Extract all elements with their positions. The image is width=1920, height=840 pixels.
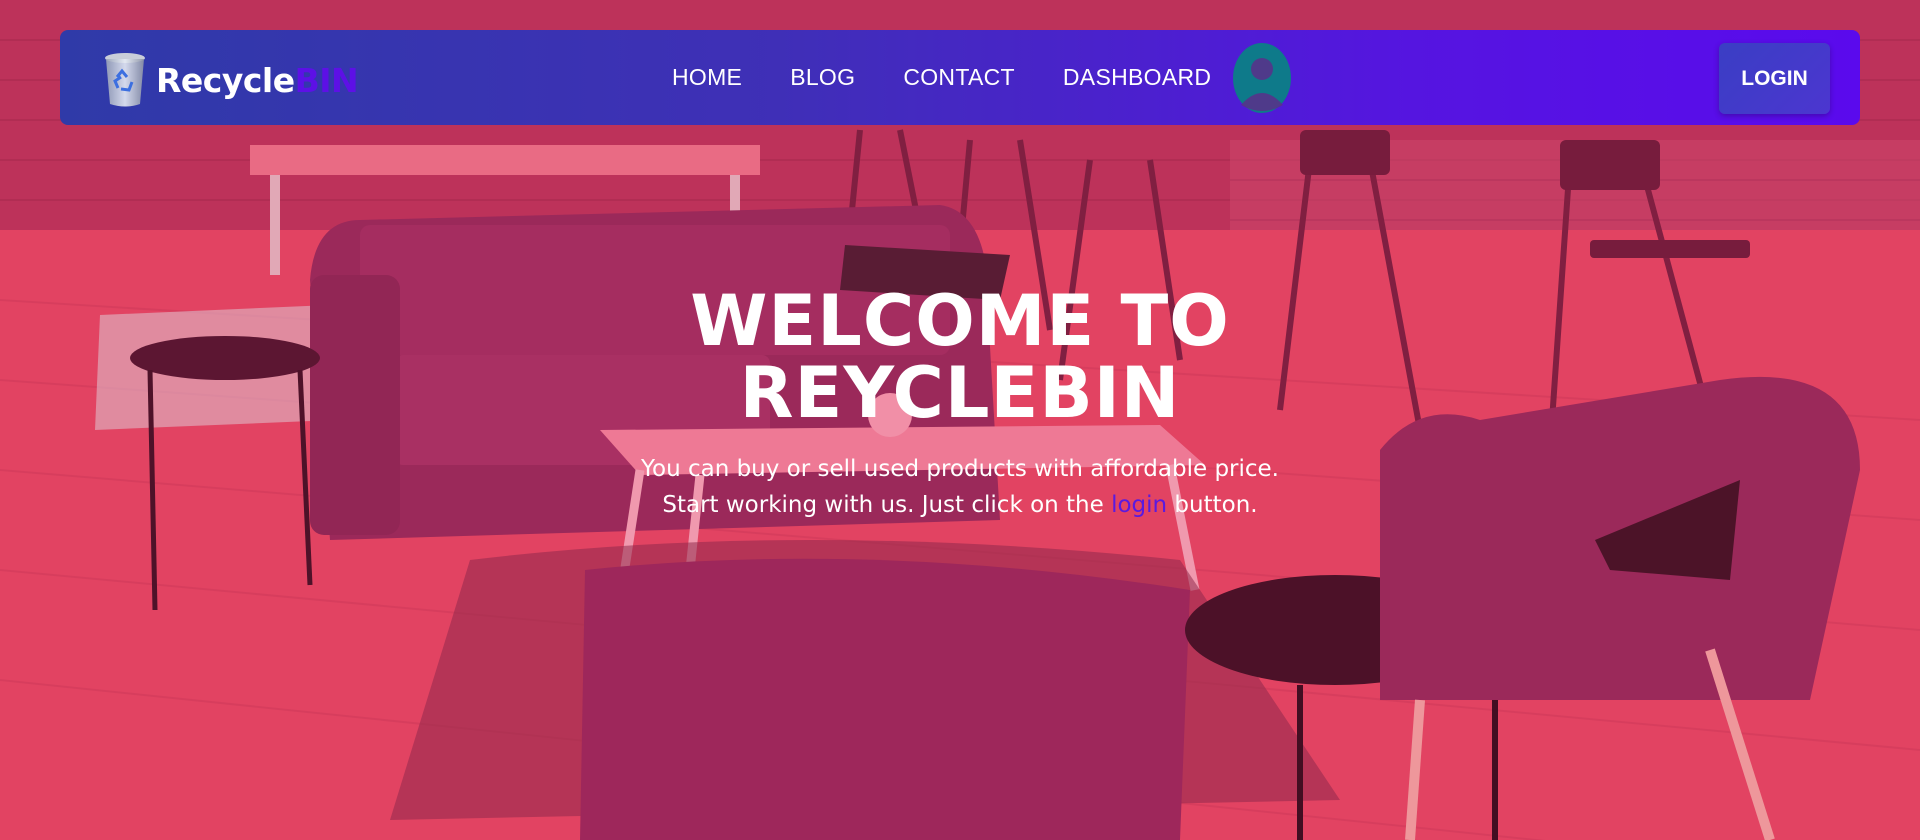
brand-name-accent: BIN [294, 60, 359, 100]
hero-title-line1: WELCOME TO [690, 280, 1230, 362]
hero-title-line2: REYCLEBIN [739, 352, 1181, 434]
brand-logo[interactable]: RecycleBIN [102, 52, 359, 108]
hero-login-link[interactable]: login [1111, 492, 1167, 518]
hero-text-after: button. [1167, 492, 1258, 518]
hero-title: WELCOME TO REYCLEBIN [560, 285, 1360, 429]
nav-link-contact[interactable]: CONTACT [903, 64, 1015, 91]
hero-description: You can buy or sell used products with a… [610, 451, 1310, 523]
nav-link-blog[interactable]: BLOG [790, 64, 855, 91]
nav-link-home[interactable]: HOME [672, 64, 742, 91]
hero-section: WELCOME TO REYCLEBIN You can buy or sell… [560, 285, 1360, 523]
user-avatar-icon[interactable] [1233, 42, 1292, 113]
login-button[interactable]: LOGIN [1719, 43, 1830, 114]
nav-link-dashboard[interactable]: DASHBOARD [1063, 64, 1211, 91]
brand-name-primary: Recycle [156, 60, 295, 100]
recycle-bin-icon [105, 53, 145, 107]
navbar: RecycleBIN HOME BLOG CONTACT DASHBOARD L… [60, 30, 1860, 125]
nav-menu: HOME BLOG CONTACT DASHBOARD [672, 30, 1292, 125]
